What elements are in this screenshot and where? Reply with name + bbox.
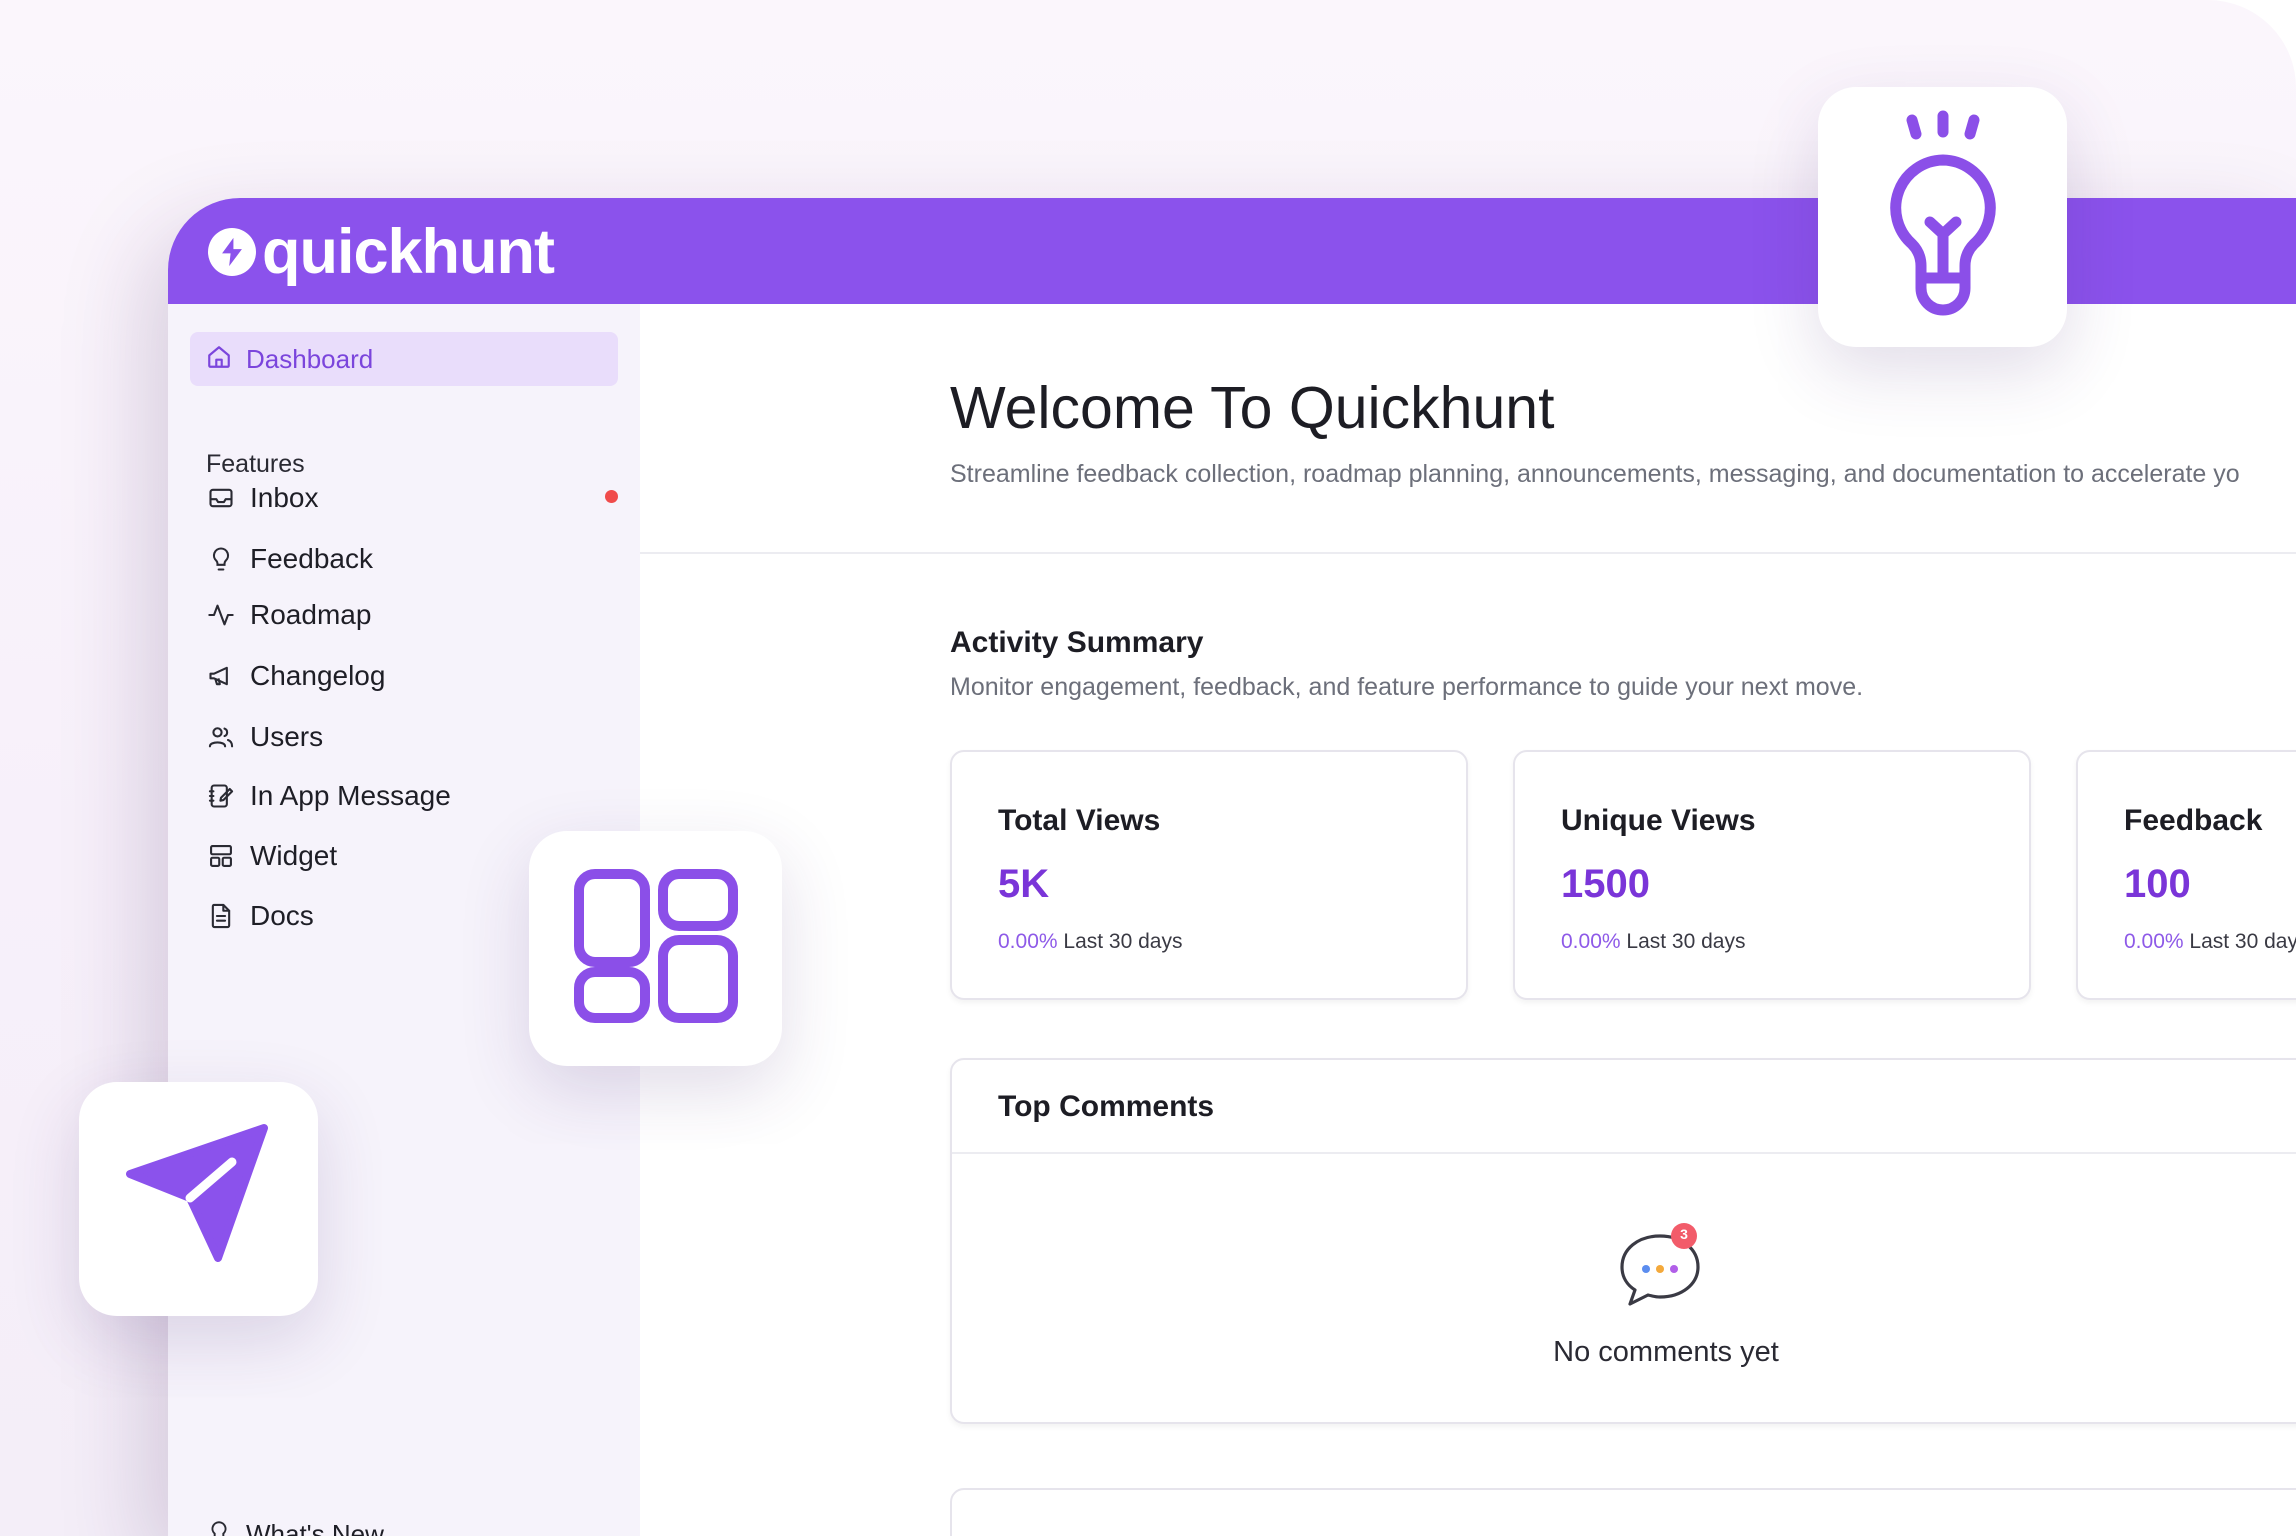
stat-footer: 0.00% Last 30 days <box>2124 930 2296 954</box>
chat-bubble-icon: 3 <box>1616 1222 1706 1308</box>
stat-period: Last 30 days <box>2189 930 2296 953</box>
lightbulb-icon <box>206 544 236 574</box>
stat-card-unique-views[interactable]: Unique Views 1500 0.00% Last 30 days <box>1513 750 2031 1000</box>
sidebar-item-label: Dashboard <box>246 343 374 374</box>
sidebar-item-label: Roadmap <box>250 599 372 630</box>
megaphone-icon <box>206 661 236 691</box>
app-window: quickhunt Dashboard Features Inbox Feedb… <box>168 198 2296 1536</box>
floating-grid-tile <box>529 831 782 1066</box>
stat-change: 0.00% <box>998 930 1058 953</box>
inbox-icon <box>206 483 236 513</box>
activity-summary-subtitle: Monitor engagement, feedback, and featur… <box>950 673 1864 701</box>
users-icon <box>206 722 236 752</box>
page-subtitle: Streamline feedback collection, roadmap … <box>950 460 2240 488</box>
comment-badge-count: 3 <box>1680 1226 1688 1242</box>
stat-value: 1500 <box>1561 862 1650 906</box>
empty-state-text: No comments yet <box>1553 1336 1779 1368</box>
top-comments-title: Top Comments <box>998 1090 1215 1123</box>
page-title: Welcome To Quickhunt <box>950 375 1555 441</box>
stat-card-total-views[interactable]: Total Views 5K 0.00% Last 30 days <box>950 750 1468 1000</box>
stat-title: Unique Views <box>1561 804 1756 837</box>
sidebar-item-in-app-message[interactable]: In App Message <box>206 774 626 818</box>
stat-footer: 0.00% Last 30 days <box>998 930 1182 954</box>
sidebar-item-inbox[interactable]: Inbox <box>206 476 626 520</box>
brand-name: quickhunt <box>262 217 555 287</box>
logo-bolt-icon <box>208 228 256 276</box>
floating-send-tile <box>79 1082 318 1316</box>
send-icon <box>124 1122 274 1277</box>
stat-value: 100 <box>2124 862 2191 906</box>
home-icon <box>206 344 232 375</box>
card-divider <box>952 1152 2296 1154</box>
main-content: Welcome To Quickhunt Streamline feedback… <box>640 304 2296 1536</box>
top-comments-card: Top Comments 3 No comments yet <box>950 1058 2296 1424</box>
next-card <box>950 1488 2296 1536</box>
grid-icon <box>571 866 741 1031</box>
sidebar-item-label: Widget <box>250 840 338 871</box>
stat-card-feedback[interactable]: Feedback 100 0.00% Last 30 days <box>2076 750 2296 1000</box>
stat-title: Feedback <box>2124 804 2263 837</box>
bulb-icon <box>206 1519 232 1536</box>
sidebar-item-label: In App Message <box>250 780 451 811</box>
floating-lightbulb-tile <box>1818 87 2067 347</box>
brand-logo[interactable]: quickhunt <box>208 217 555 287</box>
stat-title: Total Views <box>998 804 1161 837</box>
sidebar-item-label: Inbox <box>250 482 319 513</box>
stat-period: Last 30 days <box>1626 930 1746 953</box>
sidebar-item-dashboard[interactable]: Dashboard <box>190 332 618 386</box>
sidebar-item-label: What's New <box>246 1518 384 1536</box>
sidebar-item-feedback[interactable]: Feedback <box>206 537 626 581</box>
sidebar-item-label: Feedback <box>250 543 373 574</box>
sidebar-item-roadmap[interactable]: Roadmap <box>206 593 626 637</box>
stat-period: Last 30 days <box>1063 930 1183 953</box>
divider <box>640 552 2296 554</box>
stat-change: 0.00% <box>2124 930 2184 953</box>
stat-value: 5K <box>998 862 1050 906</box>
sidebar-item-label: Users <box>250 721 324 752</box>
sidebar-item-whats-new[interactable]: What's New <box>206 1514 384 1536</box>
stat-footer: 0.00% Last 30 days <box>1561 930 1745 954</box>
message-edit-icon <box>206 781 236 811</box>
sidebar-item-changelog[interactable]: Changelog <box>206 654 626 698</box>
sidebar-item-label: Docs <box>250 900 314 931</box>
stat-change: 0.00% <box>1561 930 1621 953</box>
section-title-features: Features <box>206 450 305 478</box>
document-icon <box>206 901 236 931</box>
activity-icon <box>206 600 236 630</box>
activity-summary-title: Activity Summary <box>950 626 1204 659</box>
sidebar-item-users[interactable]: Users <box>206 715 626 759</box>
layout-icon <box>206 841 236 871</box>
sidebar-item-label: Changelog <box>250 660 386 691</box>
unread-dot <box>605 490 618 503</box>
lightbulb-icon <box>1868 110 2018 325</box>
